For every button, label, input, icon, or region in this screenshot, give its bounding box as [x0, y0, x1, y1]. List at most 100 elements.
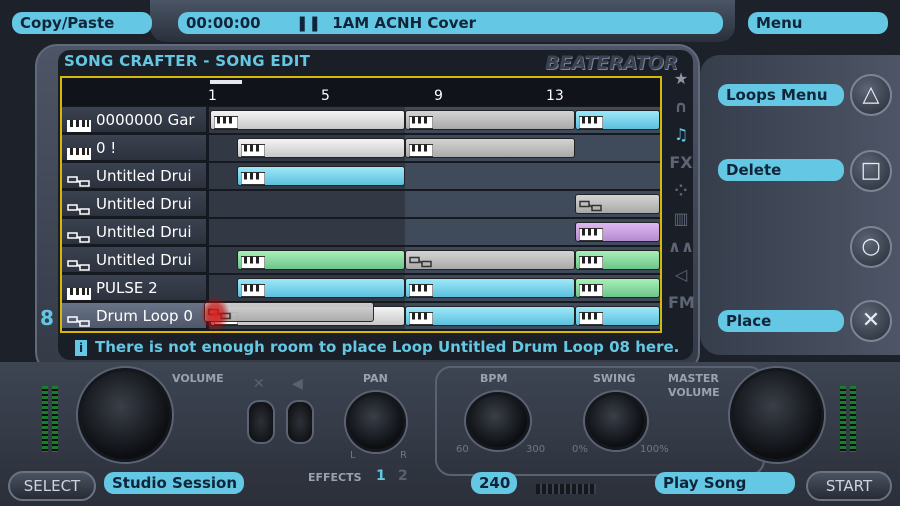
- drum-icon: [67, 198, 91, 215]
- keys-icon: [67, 114, 91, 132]
- solo-toggle[interactable]: [286, 400, 314, 444]
- loop-clip[interactable]: [237, 166, 405, 186]
- keys-icon: [408, 114, 434, 129]
- studio-session-button[interactable]: Studio Session: [104, 472, 244, 494]
- lane-band: [209, 191, 405, 217]
- track-label[interactable]: 0 !: [62, 135, 206, 161]
- time-display: 00:00:00: [186, 14, 261, 32]
- mute-icon: ✕: [253, 376, 265, 392]
- loop-clip[interactable]: [405, 110, 575, 130]
- keys-icon: [578, 254, 604, 269]
- delete-button[interactable]: Delete: [718, 159, 844, 181]
- loop-clip[interactable]: [575, 250, 660, 270]
- loop-clip[interactable]: [237, 138, 405, 158]
- invalid-placement-indicator: [200, 296, 230, 332]
- cross-button-icon[interactable]: ✕: [850, 300, 892, 342]
- pan-left-label: L: [350, 450, 356, 461]
- speaker-icon: ◀: [292, 376, 303, 392]
- loop-clip[interactable]: [575, 110, 660, 130]
- swing-min-label: 0%: [572, 444, 588, 455]
- beaterator-logo: BEATERATOR: [545, 52, 678, 74]
- loop-clip[interactable]: [575, 222, 660, 242]
- right-level-meter: [840, 386, 846, 452]
- drum-icon: [67, 310, 91, 327]
- speaker-icon[interactable]: ◁: [668, 262, 694, 288]
- track-number: 8: [40, 306, 54, 330]
- track-label[interactable]: Untitled Drui: [62, 219, 206, 245]
- keys-icon: [578, 310, 604, 325]
- swing-knob[interactable]: [585, 392, 647, 450]
- loop-clip[interactable]: [405, 250, 575, 270]
- copy-paste-button[interactable]: Copy/Paste: [12, 12, 152, 34]
- track-label[interactable]: Untitled Drui: [62, 247, 206, 273]
- bpm-label: BPM: [480, 372, 508, 385]
- star-icon[interactable]: ★: [668, 66, 694, 92]
- loop-clip[interactable]: [237, 250, 405, 270]
- keys-icon: [578, 114, 604, 129]
- pattern-icon[interactable]: ⁘: [668, 178, 694, 204]
- select-button[interactable]: SELECT: [8, 471, 96, 501]
- loop-clip[interactable]: [575, 194, 660, 214]
- track-label[interactable]: Untitled Drui: [62, 163, 206, 189]
- place-button[interactable]: Place: [718, 310, 844, 332]
- left-level-meter: [52, 386, 58, 452]
- left-level-meter: [42, 386, 48, 452]
- keys-icon: [240, 282, 266, 297]
- status-text: There is not enough room to place Loop U…: [95, 338, 680, 356]
- loop-clip[interactable]: [405, 138, 575, 158]
- headphones-icon[interactable]: ∩: [668, 94, 694, 120]
- track-name: Untitled Drui: [96, 195, 192, 213]
- loop-clip[interactable]: [210, 110, 405, 130]
- swing-max-label: 100%: [640, 444, 669, 455]
- track-label[interactable]: 0000000 Gar: [62, 107, 206, 133]
- pan-knob[interactable]: [346, 392, 406, 452]
- loop-clip[interactable]: [405, 306, 575, 326]
- volume-knob[interactable]: [78, 368, 172, 462]
- drum-icon: [579, 198, 603, 212]
- loop-clip[interactable]: [575, 306, 660, 326]
- grip-decoration: [536, 484, 596, 494]
- loop-clip[interactable]: [405, 278, 575, 298]
- triangle-button-icon[interactable]: △: [850, 74, 892, 116]
- circle-button-icon[interactable]: ○: [850, 226, 892, 268]
- wave-icon[interactable]: ∧∧: [668, 234, 694, 260]
- swing-label: SWING: [593, 372, 636, 385]
- playhead-marker[interactable]: [210, 80, 242, 84]
- loops-menu-button[interactable]: Loops Menu: [718, 84, 844, 106]
- square-button-icon[interactable]: □: [850, 150, 892, 192]
- start-button[interactable]: START: [806, 471, 892, 501]
- status-message: i There is not enough room to place Loop …: [75, 338, 679, 356]
- track-label[interactable]: PULSE 2: [62, 275, 206, 301]
- drum-icon: [67, 254, 91, 271]
- keys-icon: [240, 142, 266, 157]
- menu-button[interactable]: Menu: [748, 12, 888, 34]
- keys-icon: [67, 142, 91, 160]
- track-name: Untitled Drui: [96, 167, 192, 185]
- effect-1-tab[interactable]: 1: [376, 468, 386, 484]
- track-label[interactable]: Untitled Drui: [62, 191, 206, 217]
- keys-icon: [408, 282, 434, 297]
- loop-clip[interactable]: [575, 278, 660, 298]
- drum-icon: [67, 170, 91, 187]
- volume-label: VOLUME: [172, 372, 224, 385]
- fm-icon[interactable]: FM: [668, 290, 695, 316]
- track-name: Untitled Drui: [96, 223, 192, 241]
- ruler-tick: 5: [321, 88, 330, 104]
- lane-band: [209, 219, 405, 245]
- bpm-knob[interactable]: [466, 392, 530, 450]
- master-volume-knob[interactable]: [730, 368, 824, 462]
- play-song-button[interactable]: Play Song: [655, 472, 795, 494]
- song-title: 1AM ACNH Cover: [332, 14, 477, 32]
- loop-clip[interactable]: [237, 278, 405, 298]
- fx-icon[interactable]: FX: [668, 150, 694, 176]
- track-label[interactable]: Drum Loop 0: [62, 303, 206, 329]
- pause-icon: ❚❚: [295, 14, 321, 32]
- mute-toggle[interactable]: [247, 400, 275, 444]
- effect-2-tab[interactable]: 2: [398, 468, 408, 484]
- keys-icon: [67, 282, 91, 300]
- master-volume-label: VOLUME: [668, 386, 720, 399]
- ruler-tick: 1: [208, 88, 217, 104]
- notes-icon[interactable]: ♫: [668, 122, 694, 148]
- bpm-value: 240: [471, 472, 517, 494]
- keyboard-icon[interactable]: ▥: [668, 206, 694, 232]
